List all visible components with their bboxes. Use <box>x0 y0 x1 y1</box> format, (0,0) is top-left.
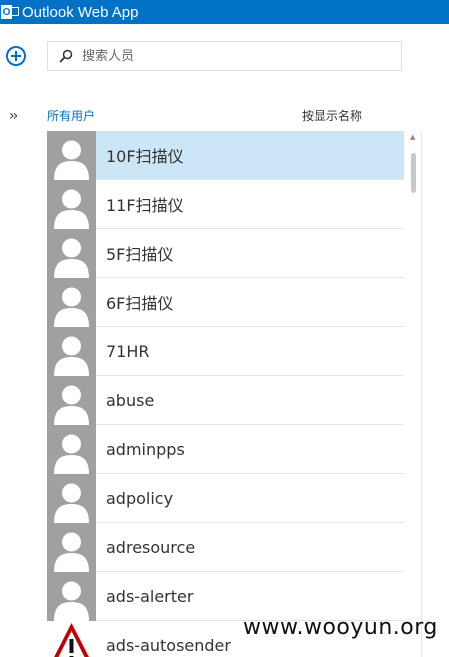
expand-navigation-icon[interactable]: ›› <box>9 108 18 124</box>
search-icon <box>59 49 73 63</box>
plus-circle-icon <box>6 46 26 66</box>
scroll-up-arrow-icon[interactable]: ▲ <box>410 133 415 141</box>
contact-row[interactable]: adminpps <box>47 424 404 474</box>
contact-row[interactable]: 10F扫描仪 <box>47 131 404 180</box>
person-avatar-icon <box>47 424 96 474</box>
pane-divider <box>421 131 422 657</box>
sort-by-display-name-link[interactable]: 按显示名称 <box>302 107 362 124</box>
contact-name: adresource <box>106 537 196 557</box>
person-avatar-icon <box>47 277 96 327</box>
contact-row[interactable]: 11F扫描仪 <box>47 179 404 229</box>
contact-name: 5F扫描仪 <box>106 245 174 264</box>
scrollbar[interactable]: ▲ <box>408 131 418 657</box>
filter-all-users-link[interactable]: 所有用户 <box>47 107 95 124</box>
new-contact-button[interactable] <box>5 45 27 67</box>
search-input[interactable] <box>82 48 382 64</box>
contact-name: ads-alerter <box>106 586 194 606</box>
person-avatar-icon <box>47 326 96 376</box>
contact-row[interactable]: adresource <box>47 522 404 572</box>
person-avatar-icon <box>47 571 96 621</box>
watermark-text: www.wooyun.org <box>243 615 438 640</box>
outlook-logo-icon: O <box>1 3 19 21</box>
top-bar: O Outlook Web App <box>0 0 449 24</box>
contact-row[interactable]: adpolicy <box>47 473 404 523</box>
scroll-thumb[interactable] <box>411 153 416 193</box>
contact-name: 71HR <box>106 341 150 361</box>
contact-name: 10F扫描仪 <box>106 147 184 166</box>
warning-avatar-icon <box>47 620 96 657</box>
contact-name: 11F扫描仪 <box>106 196 184 215</box>
person-avatar-icon <box>47 179 96 229</box>
contact-name: adpolicy <box>106 488 174 508</box>
person-avatar-icon <box>47 131 96 180</box>
contact-row[interactable]: 5F扫描仪 <box>47 228 404 278</box>
contact-name: 6F扫描仪 <box>106 294 174 313</box>
person-avatar-icon <box>47 228 96 278</box>
contact-row[interactable]: abuse <box>47 375 404 425</box>
contact-list: 10F扫描仪 11F扫描仪 5F扫描仪 6F扫描仪 71HR abuse adminpps a… <box>47 131 404 657</box>
person-avatar-icon <box>47 473 96 523</box>
contact-name: adminpps <box>106 439 185 459</box>
person-avatar-icon <box>47 522 96 572</box>
search-box[interactable] <box>47 41 402 71</box>
contact-name: ads-autosender <box>106 635 231 655</box>
contact-row[interactable]: 71HR <box>47 326 404 376</box>
contact-row[interactable]: ads-alerter <box>47 571 404 621</box>
contact-name: abuse <box>106 390 155 410</box>
contact-row[interactable]: 6F扫描仪 <box>47 277 404 327</box>
person-avatar-icon <box>47 375 96 425</box>
app-title: Outlook Web App <box>22 3 139 21</box>
